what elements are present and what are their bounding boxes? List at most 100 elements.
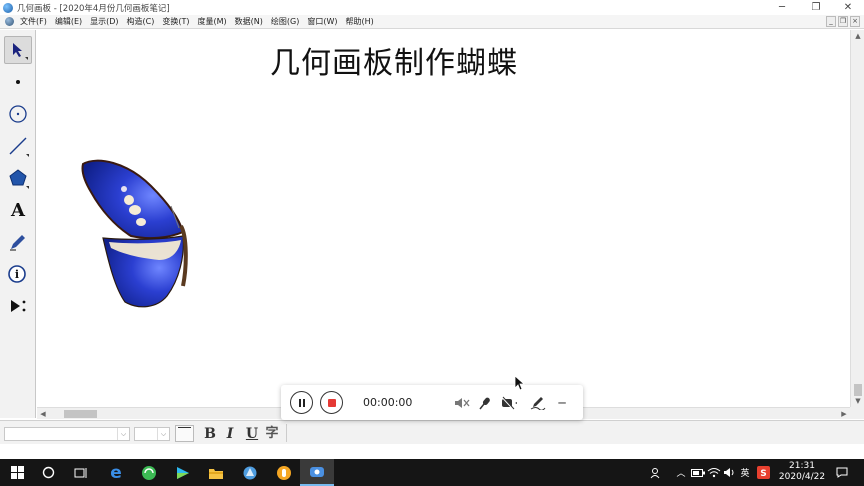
menu-transform[interactable]: 变换(T) xyxy=(162,16,189,27)
people-icon[interactable] xyxy=(648,459,664,486)
arrow-select-tool[interactable] xyxy=(4,36,32,64)
search-circle-icon xyxy=(42,466,54,479)
font-size-select[interactable]: ⌵ xyxy=(134,427,170,441)
arrow-pointer-icon xyxy=(13,43,22,57)
volume-icon[interactable] xyxy=(722,459,738,486)
sogou-input-icon[interactable]: S xyxy=(755,459,771,486)
clock-date: 2020/4/22 xyxy=(778,472,826,482)
information-tool[interactable]: i xyxy=(4,260,32,288)
bold-button[interactable]: B xyxy=(201,425,219,443)
doc-close-button[interactable]: × xyxy=(850,16,860,27)
text-color-button[interactable] xyxy=(175,425,194,442)
underline-button[interactable]: U xyxy=(243,425,261,443)
pause-icon xyxy=(298,398,305,407)
font-family-select[interactable]: ⌵ xyxy=(4,427,130,441)
taskbar-audio-app[interactable] xyxy=(267,459,301,486)
marker-tool[interactable] xyxy=(4,228,32,256)
menu-graph[interactable]: 绘图(G) xyxy=(271,16,299,27)
close-button[interactable]: ✕ xyxy=(830,0,864,15)
straightedge-tool[interactable] xyxy=(4,132,32,160)
chevron-up-icon[interactable]: ︿ xyxy=(674,459,688,486)
vertical-text-button[interactable]: 字 xyxy=(263,425,281,443)
menu-construct[interactable]: 构造(C) xyxy=(127,16,155,27)
scroll-corner xyxy=(850,407,864,419)
info-icon: i xyxy=(8,265,26,283)
speaker-mute-icon[interactable] xyxy=(453,394,471,412)
butterfly-image[interactable] xyxy=(79,156,191,311)
divider xyxy=(286,424,287,442)
pen-annotate-icon[interactable] xyxy=(529,394,547,412)
scroll-down-icon[interactable]: ▼ xyxy=(851,395,864,407)
text-tool[interactable]: A xyxy=(4,196,32,224)
chevron-down-icon[interactable]: ⌵ xyxy=(157,428,169,440)
wifi-icon[interactable] xyxy=(706,459,722,486)
polygon-tool[interactable] xyxy=(4,164,32,192)
folder-icon xyxy=(209,468,223,479)
text-a-icon: A xyxy=(11,199,25,221)
start-button[interactable] xyxy=(0,459,34,486)
taskbar-media-player[interactable] xyxy=(166,459,200,486)
doc-restore-button[interactable]: ❐ xyxy=(838,16,848,27)
app-logo-icon xyxy=(3,2,13,13)
italic-button[interactable]: I xyxy=(221,425,239,443)
menu-bar: 文件(F) 编辑(E) 显示(D) 构造(C) 变换(T) 度量(M) 数据(N… xyxy=(0,15,864,29)
horizontal-scroll-thumb[interactable] xyxy=(64,410,97,418)
stop-button[interactable] xyxy=(320,391,343,414)
taskbar-recorder[interactable] xyxy=(300,459,334,486)
menu-data[interactable]: 数据(N) xyxy=(235,16,263,27)
taskbar-edge[interactable]: e xyxy=(99,459,133,486)
compass-tool[interactable] xyxy=(4,100,32,128)
scroll-right-icon[interactable]: ▶ xyxy=(838,408,850,420)
task-view-button[interactable] xyxy=(64,459,98,486)
play-more-icon xyxy=(11,300,26,312)
taskbar-file-explorer[interactable] xyxy=(199,459,233,486)
sketchpad-app-icon xyxy=(243,466,257,479)
window-title-bar: 几何画板 - [2020年4月份几何画板笔记] ─ ❐ ✕ xyxy=(0,0,864,15)
circle-icon xyxy=(9,105,27,123)
windows-logo-icon xyxy=(10,466,24,479)
point-icon xyxy=(16,80,20,84)
chevron-down-icon[interactable]: ⌵ xyxy=(117,428,129,440)
microphone-icon[interactable] xyxy=(476,394,494,412)
pause-button[interactable] xyxy=(290,391,313,414)
play-video-icon xyxy=(177,466,189,479)
ime-language-indicator[interactable]: 英 xyxy=(738,459,752,486)
camera-off-icon[interactable] xyxy=(501,394,519,412)
notification-center-icon[interactable] xyxy=(834,459,850,486)
clock-time: 21:31 xyxy=(789,461,815,471)
menu-display[interactable]: 显示(D) xyxy=(90,16,118,27)
battery-icon[interactable] xyxy=(690,459,706,486)
edge-browser-icon: e xyxy=(110,462,122,483)
text-format-bar: ⌵ ⌵ B I U 字 xyxy=(0,420,864,444)
doc-minimize-button[interactable]: _ xyxy=(826,16,836,27)
svg-text:i: i xyxy=(15,268,19,281)
sketch-canvas[interactable]: 几何画板制作蝴蝶 xyxy=(37,30,850,407)
line-icon xyxy=(9,137,27,155)
recording-timer: 00:00:00 xyxy=(363,396,413,409)
menu-window[interactable]: 窗口(W) xyxy=(307,16,337,27)
document-icon[interactable] xyxy=(5,17,14,26)
menu-file[interactable]: 文件(F) xyxy=(20,16,47,27)
screen-recorder-widget: 00:00:00 ─ xyxy=(281,385,583,420)
stop-icon xyxy=(327,398,336,407)
taskbar-app-green[interactable] xyxy=(132,459,166,486)
maximize-button[interactable]: ❐ xyxy=(798,0,834,15)
vertical-scrollbar[interactable]: ▲ ▼ xyxy=(850,30,864,407)
menu-measure[interactable]: 度量(M) xyxy=(198,16,227,27)
custom-tool[interactable] xyxy=(4,292,32,320)
scroll-left-icon[interactable]: ◀ xyxy=(37,408,49,420)
mouse-cursor-icon xyxy=(514,375,526,391)
menu-edit[interactable]: 编辑(E) xyxy=(55,16,82,27)
pencil-icon xyxy=(10,235,25,251)
point-tool[interactable] xyxy=(4,68,32,96)
taskbar-geometers-sketchpad[interactable] xyxy=(233,459,267,486)
minimize-recorder-button[interactable]: ─ xyxy=(553,394,571,412)
video-camera-icon xyxy=(310,466,324,477)
minimize-button[interactable]: ─ xyxy=(764,0,800,15)
search-button[interactable] xyxy=(31,459,65,486)
green-app-icon xyxy=(142,465,156,480)
menu-help[interactable]: 帮助(H) xyxy=(346,16,374,27)
taskbar-clock[interactable]: 21:31 2020/4/22 xyxy=(776,461,828,485)
canvas-title-text[interactable]: 几何画板制作蝴蝶 xyxy=(270,38,518,82)
scroll-up-icon[interactable]: ▲ xyxy=(851,30,864,42)
